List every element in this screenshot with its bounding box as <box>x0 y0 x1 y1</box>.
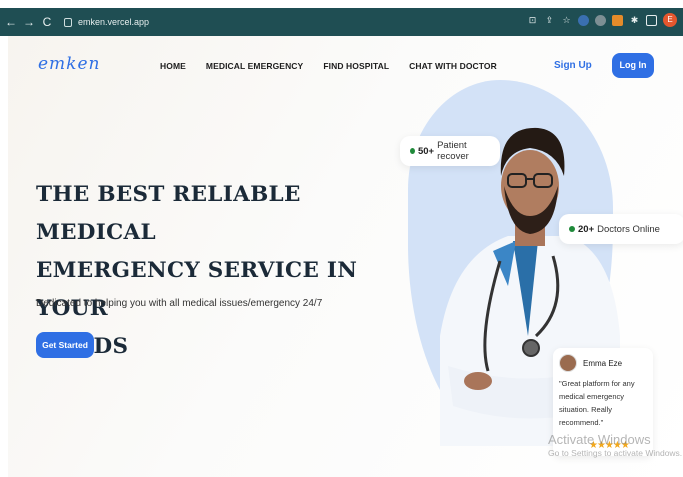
sign-up-link[interactable]: Sign Up <box>554 60 592 71</box>
side-panel-icon[interactable] <box>646 14 657 26</box>
hero-title-line: THE BEST RELIABLE MEDICAL <box>36 182 301 245</box>
hero-title-line: EMERGENCY SERVICE IN YOUR <box>36 258 358 321</box>
patients-badge: 50+ Patient recover <box>400 136 500 166</box>
status-dot-icon <box>410 148 415 154</box>
status-dot-icon <box>569 226 575 232</box>
forward-arrow-icon[interactable]: → <box>22 15 36 29</box>
review-quote: "Great platform for any medical emergenc… <box>559 379 635 427</box>
site-logo[interactable]: emken <box>38 54 101 74</box>
main-menu: HOME MEDICAL EMERGENCY FIND HOSPITAL CHA… <box>160 61 497 71</box>
patients-count: 50+ <box>417 145 435 157</box>
extensions-puzzle-icon[interactable]: ✱ <box>629 15 640 26</box>
windows-activation-text: Go to Settings to activate Windows. <box>548 448 683 458</box>
nav-home-link[interactable]: HOME <box>160 61 186 71</box>
extension-icon[interactable] <box>612 14 623 26</box>
web-page: emken HOME MEDICAL EMERGENCY FIND HOSPIT… <box>8 36 683 477</box>
reviewer-avatar <box>559 354 577 372</box>
reload-icon[interactable]: C <box>40 15 54 29</box>
log-in-button[interactable]: Log In <box>612 53 654 78</box>
site-header: emken HOME MEDICAL EMERGENCY FIND HOSPIT… <box>8 36 683 94</box>
review-header: Emma Eze <box>559 354 647 372</box>
extension-tray: ⊡ ⇪ ☆ ✱ E <box>527 13 677 27</box>
address-url: emken.vercel.app <box>78 17 150 27</box>
nav-medical-emergency-link[interactable]: MEDICAL EMERGENCY <box>206 61 303 71</box>
doctors-count: 20+ <box>578 223 595 235</box>
windows-activation-title: Activate Windows <box>548 432 651 447</box>
doctors-badge: 20+ Doctors Online <box>559 214 683 244</box>
share-icon[interactable]: ⇪ <box>544 15 555 26</box>
bookmark-star-icon[interactable]: ☆ <box>561 15 572 26</box>
profile-avatar[interactable]: E <box>663 13 677 27</box>
back-arrow-icon[interactable]: ← <box>4 15 18 29</box>
address-bar[interactable]: emken.vercel.app <box>64 12 149 32</box>
get-started-button[interactable]: Get Started <box>36 332 94 358</box>
extension-icon[interactable] <box>578 14 589 26</box>
nav-chat-with-doctor-link[interactable]: CHAT WITH DOCTOR <box>409 61 497 71</box>
nav-find-hospital-link[interactable]: FIND HOSPITAL <box>323 61 389 71</box>
reviewer-name: Emma Eze <box>583 358 623 368</box>
lock-icon <box>64 17 72 27</box>
install-app-icon[interactable]: ⊡ <box>527 15 538 26</box>
patients-label: Patient recover <box>437 140 469 162</box>
hero-subtitle: Dedicated to helping you with all medica… <box>36 298 323 309</box>
doctors-label: Doctors Online <box>597 223 660 235</box>
extension-icon[interactable] <box>595 14 606 26</box>
browser-toolbar: ← → C emken.vercel.app ⊡ ⇪ ☆ ✱ E <box>0 8 683 36</box>
